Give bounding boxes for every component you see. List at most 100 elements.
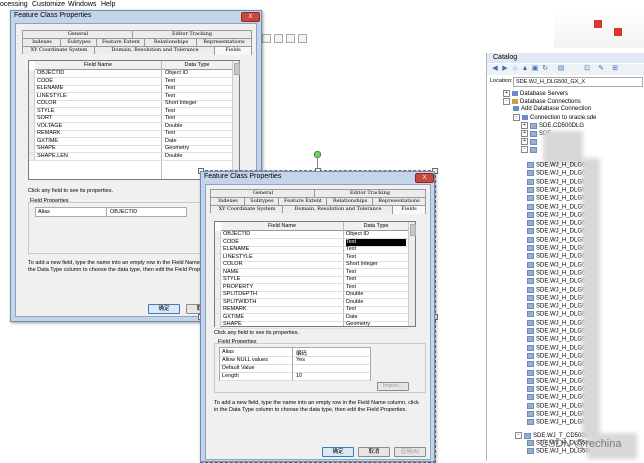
tab-fields[interactable]: Fields [214,46,252,55]
tab-feature-extent[interactable]: Feature Extent [96,38,146,46]
home-icon[interactable]: ⌂ [511,65,519,73]
tree-item-feature-class[interactable]: SDE.WJ_H_DLG5 [527,162,585,169]
row-selector[interactable] [215,238,221,246]
field-name-cell[interactable]: SHAPE [223,321,242,328]
tab-xy-coordinate-system[interactable]: XY Coordinate System [22,46,96,54]
tree-item-feature-class[interactable]: SDE.WJ_H_DLG5 [527,278,585,285]
tree-item-feature-class[interactable]: SDE.WJ_H_DLG5 [527,319,585,326]
tab-general[interactable]: General [22,30,134,38]
fields-scrollbar[interactable] [408,222,416,326]
close-button[interactable]: X [415,173,434,183]
data-type-cell[interactable]: Short Integer [165,100,197,107]
field-name-cell[interactable]: REMARK [37,130,61,137]
close-button[interactable]: X [241,12,260,22]
tab-relationships[interactable]: Relationships [144,38,198,46]
tab-indexes[interactable]: Indexes [210,197,246,205]
field-prop-row[interactable]: Length 10 [220,372,370,381]
tree-item-feature-class[interactable]: SDE.WJ_H_DLG5 [527,294,585,301]
collapse-icon[interactable]: - [503,98,510,105]
back-arrow-icon[interactable]: ◀ [491,65,499,73]
tree-item-feature-class[interactable]: SDE.WJ_H_DLG5 [527,352,585,359]
tab-subtypes[interactable]: Subtypes [60,38,98,46]
data-type-cell[interactable]: Text [346,269,356,276]
tree-item-feature-class[interactable]: SDE.WJ_H_DLG5 [527,220,585,227]
row-selector[interactable] [29,107,35,115]
data-type-cell[interactable]: Text [346,238,406,246]
tree-item-feature-class[interactable]: SDE.WJ_H_DLG5 [527,394,585,401]
tree-item-feature-class[interactable]: SDE.WJ_H_DLG5 [527,170,585,177]
field-name-cell[interactable]: VOLTAGE [37,123,62,130]
toolbar-button-2[interactable] [274,34,283,43]
catalog-options-icon[interactable]: ⊞ [611,65,619,73]
tree-item-feature-class[interactable]: SDE.WJ_H_DLG5 [527,236,585,243]
row-selector[interactable] [29,122,35,130]
expand-icon[interactable]: + [521,138,528,145]
expand-icon[interactable]: + [503,90,510,97]
refresh-icon[interactable]: ↻ [541,65,549,73]
import-button[interactable]: Import... [377,382,409,391]
location-input[interactable]: SDE.WJ_H_DLG500_GX_X [513,77,643,87]
field-name-cell[interactable]: PROPERTY [223,284,253,291]
red-tool-icon[interactable] [594,20,602,28]
row-selector[interactable] [29,77,35,85]
tree-item-feature-class[interactable]: SDE.WJ_H_DLG5 [527,377,585,384]
data-type-cell[interactable]: Double [346,291,363,298]
field-name-cell[interactable]: COLOR [37,100,57,107]
table-row[interactable]: SHAPE.LEN Double [29,152,232,161]
ok-button[interactable]: 确定 [148,304,180,314]
row-selector[interactable] [29,92,35,100]
field-name-cell[interactable]: GXTIME [223,314,244,321]
tree-item-feature-class[interactable]: SDE.WJ_H_DLG5 [527,211,585,218]
data-type-cell[interactable]: Double [346,299,363,306]
data-type-cell[interactable]: Double [165,153,182,160]
table-row[interactable]: SHAPE Geometry [215,321,408,330]
field-name-cell[interactable]: CODE [37,78,53,85]
row-selector[interactable] [29,100,35,107]
tree-item-feature-class[interactable]: SDE.WJ_H_DLG5 [527,195,585,202]
collapse-icon[interactable]: - [521,146,528,153]
menu-customize[interactable]: Customize [32,1,65,8]
row-selector[interactable] [215,283,221,291]
row-selector[interactable] [215,246,221,253]
row-selector[interactable] [215,261,221,268]
toggle-contents-icon[interactable]: ⊡ [583,65,591,73]
scrollbar-thumb[interactable] [234,63,240,75]
tree-item-feature-class[interactable]: SDE.WJ_H_DLG5 [527,203,585,210]
row-selector[interactable] [29,145,35,152]
tree-item-feature-class[interactable]: SDE.WJ_H_DLG5 [527,402,585,409]
tab-feature-extent[interactable]: Feature Extent [278,197,328,205]
tree-item-feature-class[interactable]: SDE.WJ_H_DLG5 [527,336,585,343]
tab-representations[interactable]: Representations [372,197,426,205]
data-type-cell[interactable]: Date [346,314,358,321]
data-type-cell[interactable]: Text [346,246,356,253]
forward-arrow-icon[interactable]: ▶ [501,65,509,73]
field-name-cell[interactable]: SPLITDEPTH [223,291,257,298]
row-selector[interactable] [215,298,221,306]
tree-item-connection-oracle[interactable]: - Connection to oracle.sde [513,114,596,121]
tree-item-add-database-connection[interactable]: Add Database Connection [513,106,591,112]
field-prop-row[interactable]: Alias OBJECTID [35,207,187,217]
field-name-cell[interactable]: REMARK [223,306,247,313]
field-name-cell[interactable]: LINESTYLE [223,254,253,261]
column-header-data-type[interactable]: Data Type [162,61,232,70]
tree-item-feature-class[interactable]: SDE.WJ_H_DLG5 [527,269,585,276]
tab-editor-tracking[interactable]: Editor Tracking [314,189,426,197]
field-name-cell[interactable]: ELENAME [37,85,63,92]
tab-general[interactable]: General [210,189,316,197]
tree-item-feature-class[interactable]: SDE.WJ_H_DLG5 [527,303,585,310]
tab-relationships[interactable]: Relationships [326,197,374,205]
row-selector[interactable] [215,306,221,313]
row-selector[interactable] [29,70,35,77]
tree-item-feature-class[interactable]: SDE.WJ_H_DLG5 [527,245,585,252]
row-selector[interactable] [29,152,35,160]
row-selector[interactable] [29,115,35,122]
field-name-cell[interactable]: NAME [223,269,239,276]
row-selector[interactable] [215,321,221,328]
field-name-cell[interactable]: OBJECTID [223,231,250,238]
tree-item-feature-class[interactable]: SDE.WJ_H_DLG5 [527,261,585,268]
expand-icon[interactable]: + [521,130,528,137]
data-type-cell[interactable]: Text [346,254,356,261]
tab-fields[interactable]: Fields [392,205,426,214]
tree-item-feature-class[interactable]: SDE.WJ_H_DLG5 [527,328,585,335]
toolbar-button-1[interactable] [262,34,271,43]
